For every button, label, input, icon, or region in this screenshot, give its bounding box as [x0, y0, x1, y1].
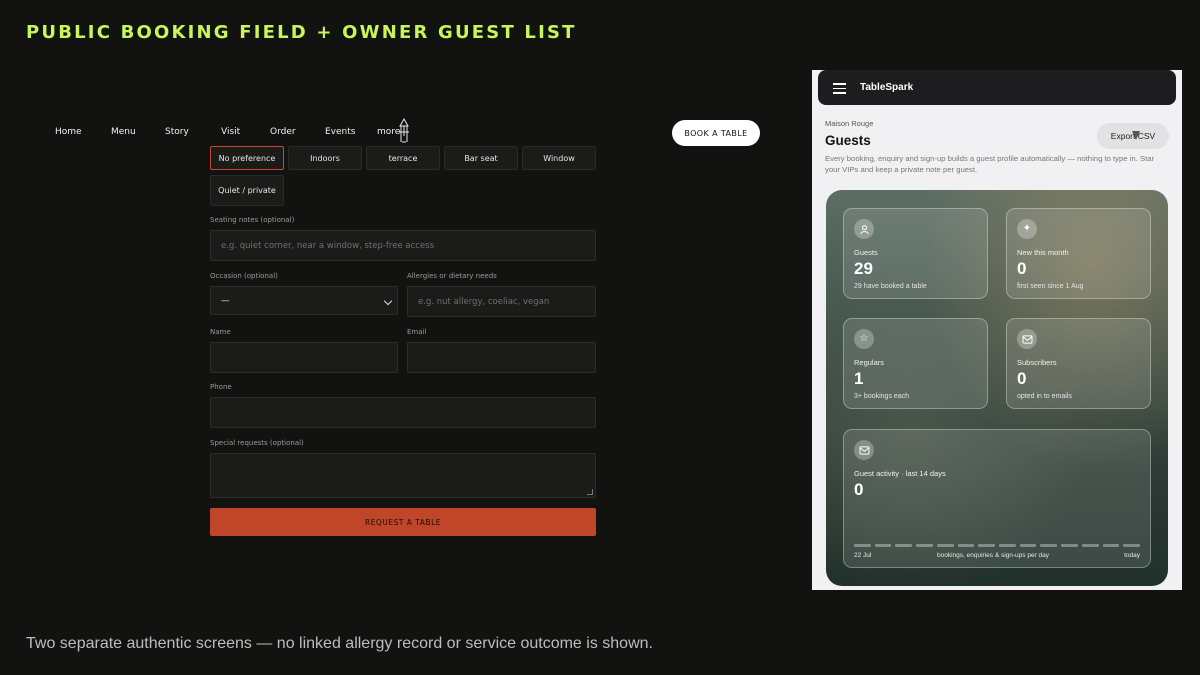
activity-day-bar: [1019, 544, 1037, 547]
seating-option-terrace[interactable]: terrace: [366, 146, 440, 170]
seating-notes-label: Seating notes (optional): [210, 216, 295, 224]
phone-label: Phone: [210, 383, 232, 391]
activity-value: 0: [854, 480, 864, 499]
email-input[interactable]: [407, 342, 596, 373]
mail-icon: [1017, 329, 1037, 349]
activity-day-bar: [957, 544, 975, 547]
special-requests-textarea[interactable]: [210, 453, 596, 498]
stat-subtext: 3+ bookings each: [854, 393, 910, 400]
nav-events[interactable]: Events: [325, 127, 355, 137]
stat-value: 1: [854, 369, 864, 388]
stat-label: Regulars: [854, 358, 885, 367]
activity-day-bar: [916, 544, 933, 547]
activity-day-bar: [895, 544, 913, 547]
venue-logo-icon: [399, 118, 409, 143]
app-name: TableSpark: [860, 82, 914, 93]
occasion-value: —: [221, 295, 230, 306]
nav-home[interactable]: Home: [55, 127, 82, 137]
activity-day-bar: [999, 544, 1016, 547]
activity-start-label: 22 Jul: [854, 552, 872, 559]
export-csv-button[interactable]: Export CSV: [1097, 123, 1169, 149]
page-title: Guests: [825, 133, 871, 148]
phone-input[interactable]: [210, 397, 596, 428]
activity-bar-chart: [854, 544, 1141, 547]
activity-day-bar: [1081, 544, 1099, 547]
users-icon: [854, 219, 874, 239]
activity-end-label: today: [1124, 552, 1140, 559]
nav-order[interactable]: Order: [270, 127, 296, 137]
sparkle-icon: ✦: [1017, 219, 1037, 239]
seating-option-window[interactable]: Window: [522, 146, 596, 170]
activity-day-bar: [1061, 544, 1078, 547]
seating-option-indoors[interactable]: Indoors: [288, 146, 362, 170]
occasion-select[interactable]: —: [210, 286, 398, 315]
activity-day-bar: [854, 544, 871, 547]
activity-day-bar: [1102, 544, 1120, 547]
name-label: Name: [210, 328, 231, 336]
stat-card-guests[interactable]: Guests 29 29 have booked a table: [843, 208, 988, 299]
chevron-down-icon: [383, 296, 393, 306]
activity-label: Guest activity · last 14 days: [854, 469, 946, 478]
slide-title: PUBLIC BOOKING FIELD + OWNER GUEST LIST: [26, 22, 577, 43]
book-table-button[interactable]: BOOK A TABLE: [672, 120, 760, 146]
activity-day-bar: [978, 544, 996, 547]
stat-subtext: opted in to emails: [1017, 393, 1072, 400]
occasion-label: Occasion (optional): [210, 272, 278, 280]
stats-panel: Guests 29 29 have booked a table ✦ New t…: [826, 190, 1168, 586]
seating-option-bar-seat[interactable]: Bar seat: [444, 146, 518, 170]
stat-label: Guests: [854, 248, 878, 257]
stat-value: 0: [1017, 369, 1027, 388]
app-topbar: TableSpark: [818, 70, 1176, 105]
seating-notes-input[interactable]: e.g. quiet corner, near a window, step-f…: [210, 230, 596, 261]
activity-day-bar: [874, 544, 892, 547]
email-label: Email: [407, 328, 427, 336]
stat-value: 29: [854, 259, 873, 278]
nav-visit[interactable]: Visit: [221, 127, 240, 137]
request-table-button[interactable]: REQUEST A TABLE: [210, 508, 596, 536]
owner-app-screen: TableSpark Maison Rouge Guests Export CS…: [812, 70, 1182, 590]
slide-caption: Two separate authentic screens — no link…: [26, 635, 653, 652]
seating-option-no-preference[interactable]: No preference: [210, 146, 284, 170]
pointer-cursor-icon: [1132, 131, 1140, 140]
nav-story[interactable]: Story: [165, 127, 189, 137]
resize-handle-icon[interactable]: [587, 489, 593, 495]
activity-day-bar: [936, 544, 954, 547]
venue-name: Maison Rouge: [825, 119, 874, 128]
stat-label: New this month: [1017, 248, 1069, 257]
star-icon: ☆: [854, 329, 874, 349]
guest-activity-card: Guest activity · last 14 days 0 22 Jul b…: [843, 429, 1151, 568]
special-requests-label: Special requests (optional): [210, 439, 304, 447]
name-input[interactable]: [210, 342, 398, 373]
activity-axis-caption: bookings, enquiries & sign-ups per day: [937, 552, 1050, 559]
mail-icon: [854, 440, 874, 460]
stat-subtext: first seen since 1 Aug: [1017, 283, 1084, 290]
page-description: Every booking, enquiry and sign-up build…: [825, 154, 1155, 174]
seating-option-quiet-private[interactable]: Quiet / private: [210, 175, 284, 206]
seating-options: No preference Indoors terrace Bar seat W…: [210, 146, 596, 206]
nav-menu[interactable]: Menu: [111, 127, 136, 137]
stat-value: 0: [1017, 259, 1027, 278]
stat-label: Subscribers: [1017, 358, 1057, 367]
stat-card-new-this-month[interactable]: ✦ New this month 0 first seen since 1 Au…: [1006, 208, 1151, 299]
allergies-label: Allergies or dietary needs: [407, 272, 497, 280]
menu-icon[interactable]: [833, 83, 846, 97]
stat-card-subscribers[interactable]: Subscribers 0 opted in to emails: [1006, 318, 1151, 409]
allergies-input[interactable]: e.g. nut allergy, coeliac, vegan: [407, 286, 596, 317]
activity-day-bar: [1123, 544, 1141, 547]
stat-card-regulars[interactable]: ☆ Regulars 1 3+ bookings each: [843, 318, 988, 409]
booking-form: No preference Indoors terrace Bar seat W…: [210, 146, 596, 536]
activity-day-bar: [1040, 544, 1058, 547]
stat-subtext: 29 have booked a table: [854, 283, 927, 290]
site-nav: Home Menu Story Visit Order Events more …: [55, 118, 760, 146]
